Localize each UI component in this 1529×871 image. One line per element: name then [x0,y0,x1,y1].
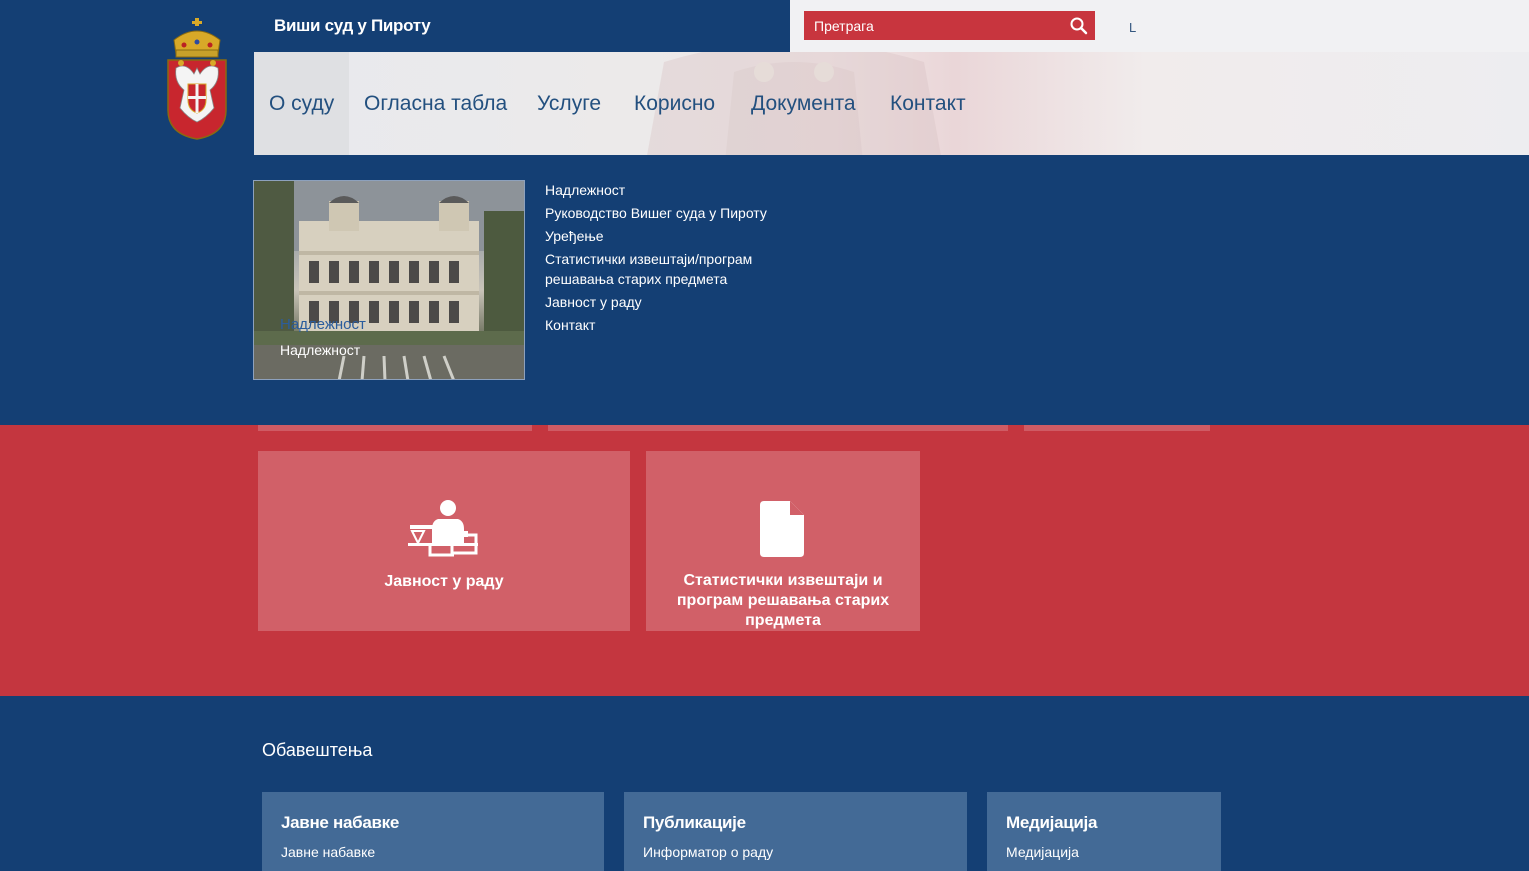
mega-link-rukovodstvo[interactable]: Руководство Вишег суда у Пироту [545,203,805,223]
card-link[interactable]: Јавне набавке [281,844,375,860]
tile-strip [258,425,532,431]
tile-label: Јавност у раду [384,573,504,590]
tile-javnost-u-radu[interactable]: Јавност у раду [258,451,630,631]
tile-label: Статистички извештаји и програм решавања… [676,572,890,629]
site-title[interactable]: Виши суд у Пироту [274,16,431,36]
notices-section: Обавештења Јавне набавке Јавне набавке П… [0,696,1529,871]
tile-strip [548,425,1008,431]
card-title[interactable]: Публикације [643,813,746,833]
nav-item-kontakt[interactable]: Контакт [890,52,966,155]
main-navigation: О суду Огласна табла Услуге Корисно Доку… [254,52,1529,155]
card-title[interactable]: Медијација [1006,813,1097,833]
tile-strip [1024,425,1210,431]
search-box [804,11,1095,40]
card-publikacije: Публикације Информатор о раду [624,792,967,871]
photo-caption-shadow: Надлежност [280,316,366,333]
tile-statisticki-izvestaji[interactable]: Статистички извештаји и програм решавања… [646,451,920,631]
search-icon[interactable] [1069,16,1089,36]
mega-menu-links: Надлежност Руководство Вишег суда у Пиро… [545,180,805,338]
language-switcher[interactable]: L [1129,20,1136,35]
document-icon [760,501,806,562]
mega-menu-panel: Надлежност Надлежност Надлежност Руковод… [0,155,1529,425]
mega-link-javnost-u-radu[interactable]: Јавност у раду [545,292,805,312]
mega-link-uredjenje[interactable]: Уређење [545,226,805,246]
nav-item-korisno[interactable]: Корисно [634,52,715,155]
nav-item-dokumenta[interactable]: Документа [751,52,856,155]
card-link[interactable]: Медијација [1006,844,1079,860]
nav-item-o-sudu[interactable]: О суду [254,52,350,155]
coat-of-arms-logo[interactable] [164,18,230,142]
mega-link-kontakt[interactable]: Контакт [545,315,805,335]
court-building-photo[interactable]: Надлежност Надлежност [253,180,525,380]
card-link[interactable]: Информатор о раду [643,844,773,860]
photo-caption[interactable]: Надлежност [280,342,360,358]
mega-link-statisticki-izvestaji[interactable]: Статистички извештаји/програм решавања с… [545,249,805,289]
quick-links-section: Јавност у раду Статистички извештаји и п… [0,425,1529,696]
card-javne-nabavke: Јавне набавке Јавне набавке [262,792,604,871]
mega-link-nadleznost[interactable]: Надлежност [545,180,805,200]
nav-item-oglasna-tabla[interactable]: Огласна табла [364,52,507,155]
search-input[interactable] [804,11,1062,40]
nav-item-usluge[interactable]: Услуге [537,52,601,155]
judge-scales-icon [408,499,480,562]
notices-heading: Обавештења [262,740,373,760]
card-title[interactable]: Јавне набавке [281,813,399,833]
card-medijacija: Медијација Медијација [987,792,1221,871]
